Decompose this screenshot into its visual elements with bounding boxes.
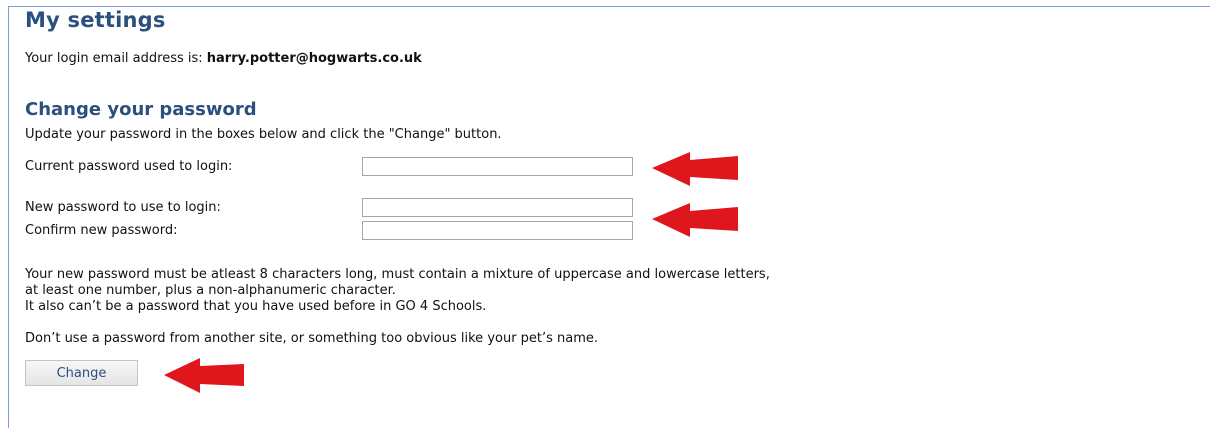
login-email-value: harry.potter@hogwarts.co.uk (206, 51, 422, 66)
current-password-label: Current password used to login: (25, 159, 233, 174)
password-rule-line-3: It also can’t be a password that you hav… (25, 299, 487, 314)
new-password-input[interactable] (362, 198, 633, 217)
current-password-input[interactable] (362, 157, 633, 176)
arrow-left-icon (652, 152, 738, 186)
section-title-change-password: Change your password (25, 99, 257, 120)
login-email-label: Your login email address is: (25, 51, 203, 66)
confirm-password-input[interactable] (362, 221, 633, 240)
change-button[interactable]: Change (25, 360, 138, 386)
login-email-line: Your login email address is: harry.potte… (25, 51, 422, 66)
arrow-left-icon (652, 203, 738, 237)
password-advice: Don’t use a password from another site, … (25, 331, 599, 346)
password-instructions: Update your password in the boxes below … (25, 127, 502, 142)
arrow-left-icon (164, 358, 244, 393)
confirm-password-label: Confirm new password: (25, 223, 178, 238)
new-password-label: New password to use to login: (25, 200, 221, 215)
page-title: My settings (25, 8, 166, 32)
